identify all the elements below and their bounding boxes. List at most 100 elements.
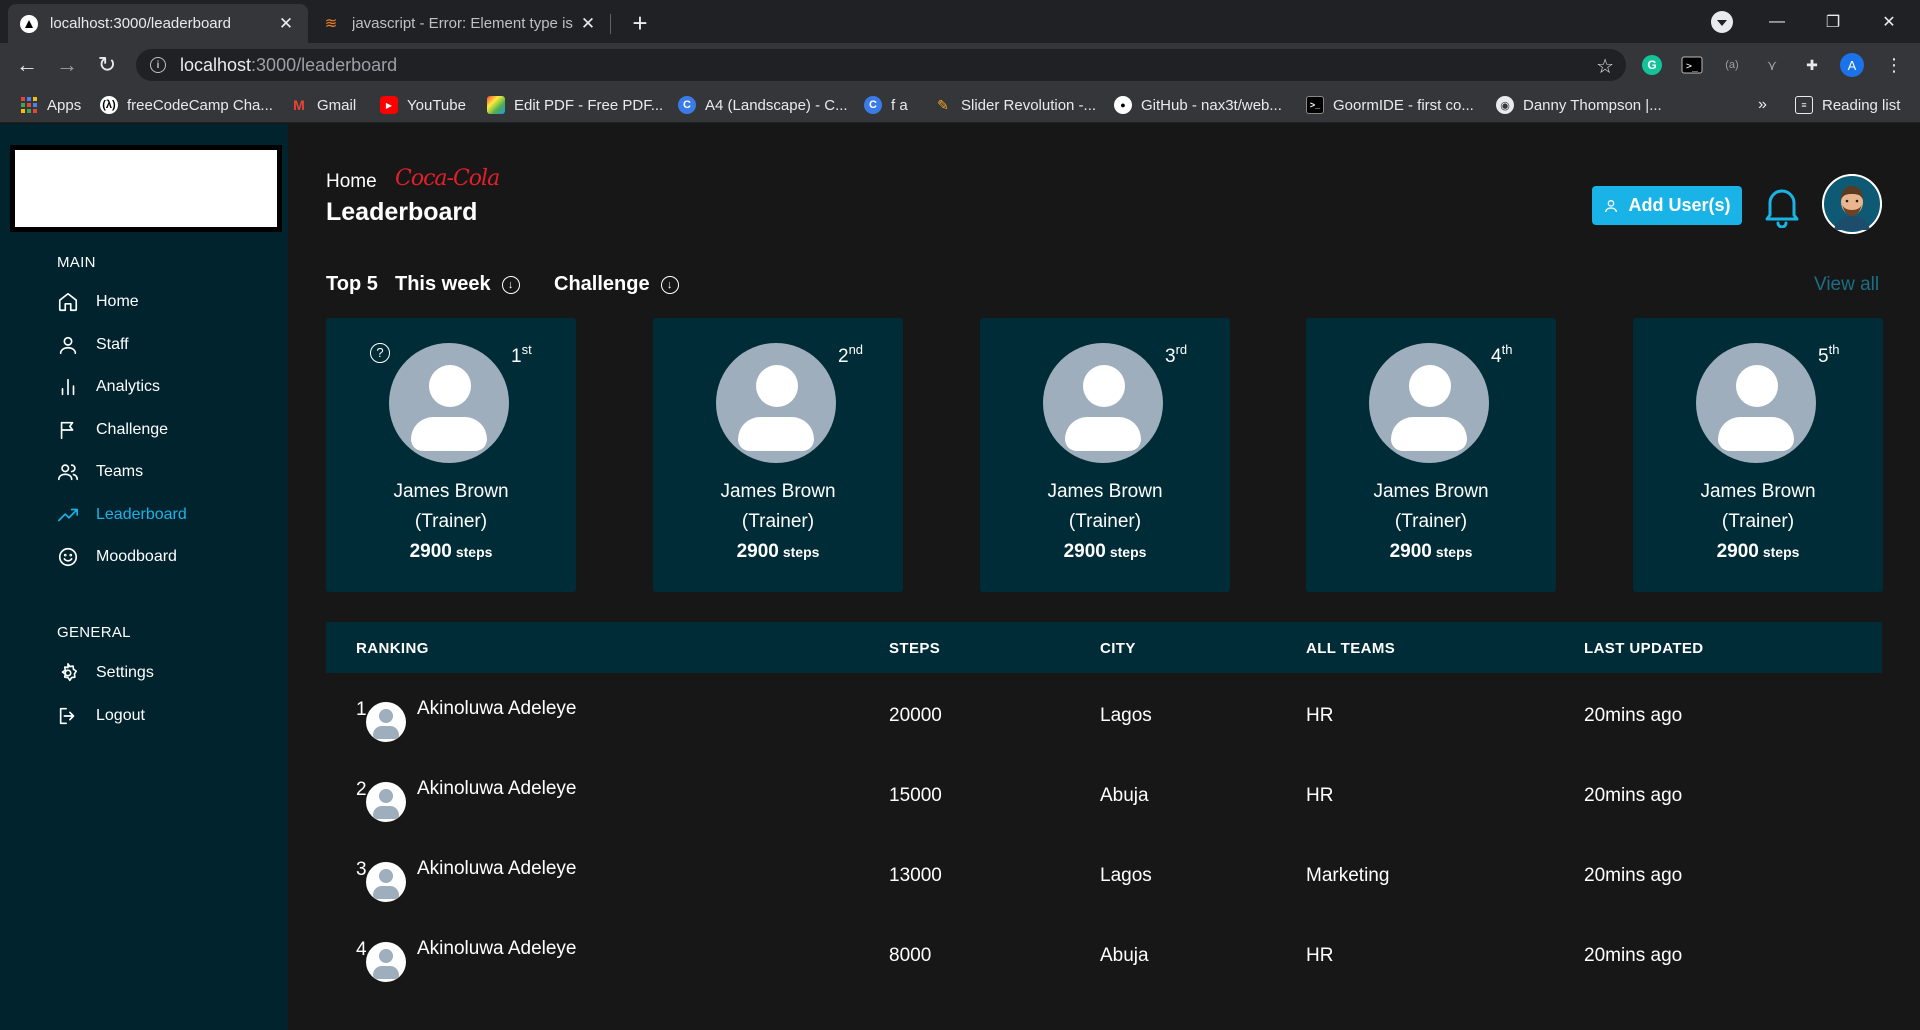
rank-position: 5th: [1818, 342, 1840, 367]
column-header-city[interactable]: CITY: [1100, 640, 1136, 657]
sidebar-item-logout[interactable]: Logout: [57, 701, 145, 731]
bookmarks-overflow-button[interactable]: »: [1758, 87, 1767, 123]
bookmark-label: Slider Revolution -...: [961, 96, 1097, 114]
forward-arrow-icon[interactable]: →: [54, 52, 80, 78]
grammarly-extension-icon[interactable]: G: [1640, 53, 1664, 77]
sidebar-item-teams[interactable]: Teams: [57, 457, 143, 487]
rank-position: 1st: [511, 342, 532, 367]
sidebar-item-home[interactable]: Home: [57, 287, 139, 317]
table-row[interactable]: 2 Akinoluwa Adeleye 15000 Abuja HR 20min…: [326, 766, 1882, 846]
top-card[interactable]: 5th James Brown (Trainer) 2900 steps: [1633, 318, 1883, 592]
column-header-steps[interactable]: STEPS: [889, 640, 940, 657]
bookmark-item[interactable]: ◉ Danny Thompson |...: [1496, 87, 1662, 123]
tab-title: localhost:3000/leaderboard: [50, 15, 231, 32]
sidebar-item-moodboard[interactable]: Moodboard: [57, 542, 177, 572]
top-card[interactable]: ? 1st James Brown (Trainer) 2900 steps: [326, 318, 576, 592]
sidebar-item-settings[interactable]: Settings: [57, 658, 154, 688]
reload-icon[interactable]: ↻: [94, 52, 120, 78]
bookmark-item[interactable]: ✎ Slider Revolution -...: [934, 87, 1096, 123]
view-all-link[interactable]: View all: [1814, 274, 1879, 296]
profile-avatar-icon[interactable]: A: [1840, 53, 1864, 77]
chrome-icon: ◉: [1496, 96, 1514, 114]
bookmarks-bar: Apps (λ) freeCodeCamp Cha... M Gmail ▶ Y…: [0, 87, 1920, 123]
column-header-ranking[interactable]: RANKING: [356, 640, 429, 657]
bookmark-item[interactable]: (λ) freeCodeCamp Cha...: [100, 87, 273, 123]
row-updated: 20mins ago: [1584, 785, 1683, 806]
tab-search-icon[interactable]: [1711, 11, 1733, 33]
row-city: Lagos: [1100, 705, 1152, 726]
row-avatar: [366, 862, 406, 902]
window-close-button[interactable]: ✕: [1861, 0, 1917, 43]
bookmark-item[interactable]: C A4 (Landscape) - C...: [678, 87, 848, 123]
row-updated: 20mins ago: [1584, 865, 1683, 886]
row-city: Abuja: [1100, 945, 1149, 966]
browser-tab-active[interactable]: localhost:3000/leaderboard ✕: [8, 4, 308, 43]
trending-up-icon: [58, 508, 78, 522]
notification-bell-icon[interactable]: [1762, 184, 1802, 229]
browser-tab-strip: localhost:3000/leaderboard ✕ ≋ javascrip…: [0, 0, 1920, 43]
reading-list-button[interactable]: ≡ Reading list: [1795, 87, 1900, 123]
new-tab-button[interactable]: +: [625, 8, 655, 39]
sidebar-item-challenge[interactable]: Challenge: [57, 415, 168, 445]
chevron-down-circle-icon: ↓: [660, 275, 679, 294]
rank-position: 2nd: [838, 342, 864, 367]
avatar-placeholder: [389, 343, 509, 463]
row-rank: 4: [356, 939, 367, 960]
browser-tab[interactable]: ≋ javascript - Error: Element type is ✕: [310, 4, 610, 43]
table-row[interactable]: 1 Akinoluwa Adeleye 20000 Lagos HR 20min…: [326, 686, 1882, 766]
terminal-extension-icon[interactable]: >_: [1680, 53, 1704, 77]
category-dropdown[interactable]: Challenge ↓: [554, 273, 679, 296]
bookmark-label: GoormIDE - first co...: [1333, 96, 1474, 114]
stackoverflow-favicon-icon: ≋: [324, 14, 338, 32]
address-bar[interactable]: i localhost:3000/leaderboard ☆: [136, 49, 1626, 81]
card-role: (Trainer): [741, 511, 815, 532]
url-path: :3000/leaderboard: [251, 54, 398, 75]
site-info-icon[interactable]: i: [150, 57, 166, 73]
card-name: James Brown: [1047, 481, 1163, 502]
bookmark-label: f a: [891, 96, 908, 114]
restore-button[interactable]: ❐: [1805, 0, 1861, 43]
sidebar-item-leaderboard[interactable]: Leaderboard: [57, 500, 187, 530]
bookmark-item[interactable]: C f a: [864, 87, 908, 123]
back-arrow-icon[interactable]: ←: [14, 52, 40, 78]
bookmark-item[interactable]: ● GitHub - nax3t/web...: [1114, 87, 1282, 123]
column-header-last-updated[interactable]: LAST UPDATED: [1584, 640, 1704, 657]
bookmark-item[interactable]: Edit PDF - Free PDF...: [487, 87, 663, 123]
add-user-button[interactable]: Add User(s): [1592, 186, 1742, 225]
bookmark-item[interactable]: M Gmail: [290, 87, 356, 123]
sidebar: MAIN Home Staff Analytics Challenge Team…: [0, 124, 288, 1030]
sidebar-item-staff[interactable]: Staff: [57, 330, 129, 360]
top-card[interactable]: 3rd James Brown (Trainer) 2900 steps: [980, 318, 1230, 592]
sidebar-item-label: Logout: [96, 707, 145, 724]
extension-icon[interactable]: ⋎: [1760, 53, 1784, 77]
bookmark-item[interactable]: ▶ YouTube: [380, 87, 466, 123]
puzzle-extensions-icon[interactable]: ✚: [1800, 53, 1824, 77]
bookmark-item[interactable]: >_ GoormIDE - first co...: [1306, 87, 1474, 123]
row-name: Akinoluwa Adeleye: [417, 778, 577, 799]
chevron-down-circle-icon: ↓: [501, 275, 520, 294]
card-name: James Brown: [720, 481, 836, 502]
slider-icon: ✎: [937, 96, 949, 113]
avatar-placeholder: [716, 343, 836, 463]
extension-icon[interactable]: (a): [1720, 53, 1744, 77]
canva-icon: C: [678, 96, 696, 114]
column-header-teams[interactable]: ALL TEAMS: [1306, 640, 1395, 657]
smile-icon: [58, 547, 78, 567]
bookmark-apps[interactable]: Apps: [20, 87, 81, 123]
table-row[interactable]: 3 Akinoluwa Adeleye 13000 Lagos Marketin…: [326, 846, 1882, 926]
user-avatar[interactable]: [1822, 174, 1882, 234]
sidebar-item-analytics[interactable]: Analytics: [57, 372, 160, 402]
bookmark-star-icon[interactable]: ☆: [1596, 54, 1614, 79]
help-question-icon[interactable]: ?: [370, 343, 390, 363]
tab-close-icon[interactable]: ✕: [276, 14, 296, 34]
top-card[interactable]: 2nd James Brown (Trainer) 2900 steps: [653, 318, 903, 592]
minimize-button[interactable]: —: [1749, 0, 1805, 43]
tab-close-icon[interactable]: ✕: [578, 14, 598, 34]
top-card[interactable]: 4th James Brown (Trainer) 2900 steps: [1306, 318, 1556, 592]
table-row[interactable]: 4 Akinoluwa Adeleye 8000 Abuja HR 20mins…: [326, 926, 1882, 1006]
period-dropdown[interactable]: This week ↓: [395, 273, 520, 296]
breadcrumb-home[interactable]: Home: [326, 171, 377, 193]
more-menu-icon[interactable]: ⋮: [1882, 53, 1906, 77]
top-count-label: Top 5: [326, 273, 378, 295]
row-name: Akinoluwa Adeleye: [417, 938, 577, 959]
